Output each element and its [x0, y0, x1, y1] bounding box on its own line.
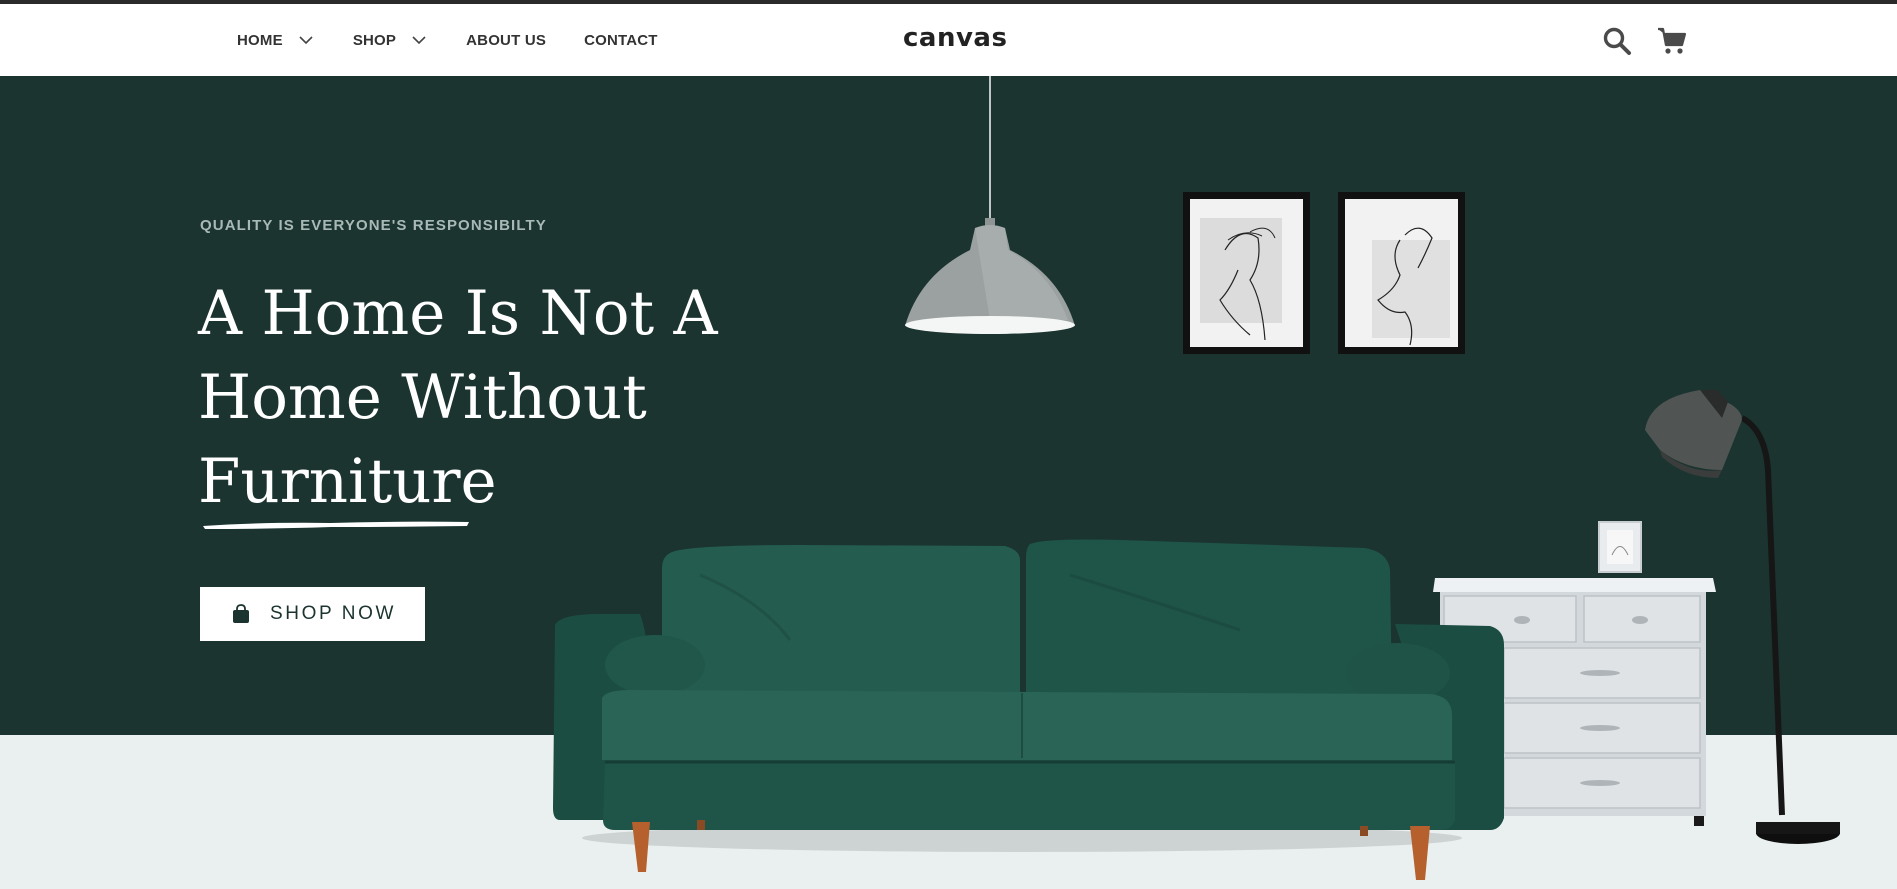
shopping-bag-icon [233, 604, 249, 623]
shop-now-button[interactable]: SHOP NOW [200, 587, 425, 641]
shop-now-label: SHOP NOW [270, 603, 397, 624]
wall-art-frames [1183, 192, 1465, 354]
brush-underline [203, 521, 469, 529]
hero-headline: A Home Is Not A Home Without Furniture [198, 272, 758, 524]
pendant-lamp-illustration [905, 76, 1075, 334]
sofa-illustration [553, 539, 1504, 880]
headline-line-1: A Home Is Not A [198, 278, 718, 349]
headline-line-2: Home Without [198, 362, 647, 433]
hero-eyebrow: QUALITY IS EVERYONE'S RESPONSIBILTY [200, 217, 547, 234]
headline-line-3: Furniture [198, 446, 497, 517]
